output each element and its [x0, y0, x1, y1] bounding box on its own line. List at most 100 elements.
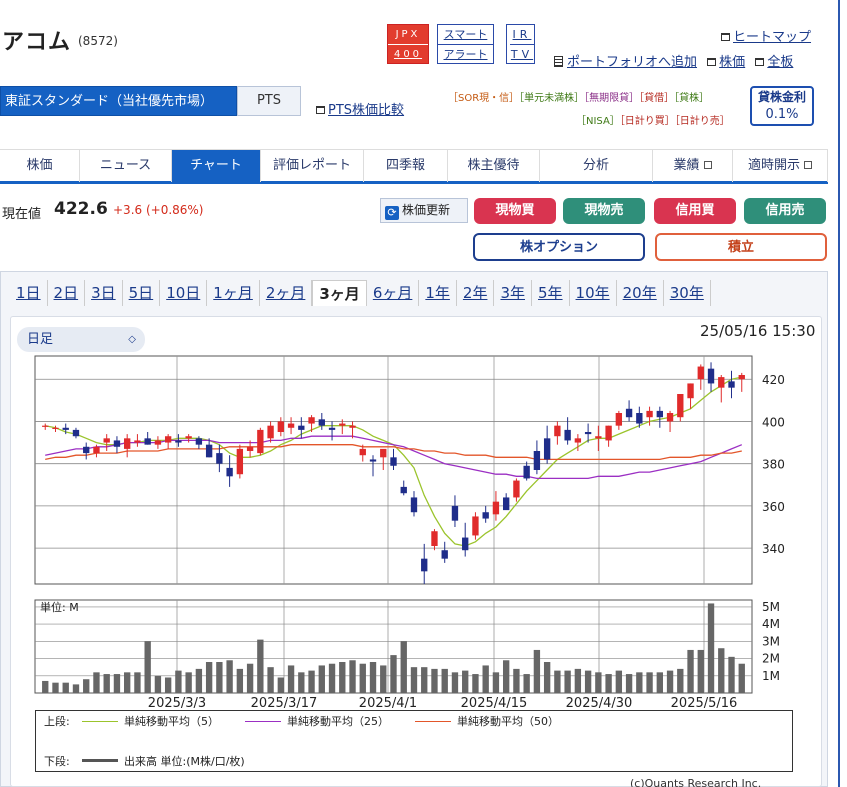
- candle-body: [83, 446, 90, 454]
- candle-body: [124, 438, 131, 449]
- candle-body: [687, 383, 694, 399]
- candle-body: [93, 446, 100, 454]
- volume-bar: [328, 663, 336, 693]
- volume-bar: [144, 641, 151, 693]
- volume-bar: [656, 672, 663, 693]
- volume-bar: [103, 674, 110, 693]
- volume-bar: [195, 668, 203, 693]
- candle-body: [595, 436, 602, 439]
- legend-series-name: 単純移動平均（50）: [457, 715, 559, 728]
- volume-bar: [369, 662, 377, 693]
- scrollbar-edge[interactable]: [838, 0, 847, 787]
- x-axis-label: 2025/4/15: [461, 696, 528, 711]
- candle-body: [482, 512, 489, 519]
- volume-bar: [72, 684, 80, 693]
- candle-body: [718, 377, 725, 388]
- volume-bar: [492, 672, 500, 693]
- volume-bar: [605, 674, 612, 693]
- volume-bar: [462, 670, 469, 693]
- volume-bar: [502, 660, 510, 693]
- candle-body: [267, 425, 274, 439]
- volume-bar: [677, 668, 684, 693]
- volume-bar: [584, 670, 592, 693]
- volume-bar: [298, 672, 305, 693]
- volume-bar: [226, 660, 233, 693]
- candle-body: [543, 438, 551, 460]
- volume-bar: [431, 668, 438, 693]
- candle-body: [318, 419, 325, 426]
- volume-bar: [533, 649, 541, 693]
- legend-upper-label: 上段:: [44, 715, 70, 728]
- candle-body: [636, 413, 643, 424]
- candle-body: [738, 375, 745, 380]
- price-tick-label: 400: [762, 415, 785, 429]
- candle-body: [605, 425, 612, 441]
- volume-bar: [216, 662, 223, 693]
- candle-body: [113, 440, 121, 447]
- candle-body: [164, 436, 172, 443]
- legend-series-name: 単純移動平均（5）: [124, 715, 219, 728]
- legend-swatch: [415, 720, 451, 722]
- volume-bar: [83, 679, 90, 693]
- legend-lower-label: 下段:: [44, 755, 70, 768]
- volume-bar: [482, 665, 489, 693]
- legend-volume-swatch: [82, 759, 118, 762]
- volume-bar: [615, 670, 623, 693]
- candle-body: [236, 448, 244, 475]
- legend-series-item: 単純移動平均（5）: [82, 715, 219, 728]
- candle-body: [410, 497, 418, 513]
- candle-body: [451, 505, 459, 521]
- volume-bar: [257, 639, 264, 693]
- x-axis-label: 2025/3/3: [148, 696, 206, 711]
- price-tick-label: 360: [762, 500, 785, 514]
- candle-body: [72, 429, 80, 437]
- candle-body: [216, 453, 223, 464]
- volume-bar: [308, 670, 315, 693]
- legend-series: 単純移動平均（5） 単純移動平均（25） 単純移動平均（50）: [82, 713, 585, 729]
- candle-body: [656, 410, 663, 418]
- candle-body: [144, 438, 151, 445]
- stock-chart: 420 400 380 360 340 5M 4M 3M 2M 1M 単位: M 2025/3/3 20…: [34, 355, 785, 711]
- candle-body: [175, 440, 182, 443]
- candle-body: [298, 425, 305, 430]
- volume-bar: [205, 662, 213, 693]
- volume-bar: [134, 672, 141, 693]
- chart-legend: 上段: 単純移動平均（5） 単純移動平均（25） 単純移動平均（50） 下段: 出来…: [35, 710, 793, 772]
- volume-bar: [349, 660, 356, 693]
- candle-body: [369, 459, 377, 462]
- volume-bar: [421, 667, 428, 693]
- volume-bar: [574, 668, 582, 693]
- price-tick-label: 340: [762, 542, 785, 556]
- price-tick-label: 420: [762, 373, 785, 387]
- volume-bar: [164, 677, 172, 693]
- candle-body: [502, 497, 510, 511]
- price-tick-label: 380: [762, 458, 785, 472]
- volume-bar: [564, 670, 571, 693]
- volume-bar: [339, 662, 346, 693]
- volume-bar: [718, 648, 725, 693]
- volume-bar: [543, 662, 551, 693]
- volume-tick-label: 1M: [762, 669, 780, 683]
- volume-bar: [636, 672, 643, 693]
- candle-body: [554, 425, 561, 437]
- candle-body: [308, 417, 315, 424]
- volume-bar: [728, 656, 735, 693]
- candle-body: [574, 438, 582, 443]
- volume-bar: [738, 663, 745, 693]
- volume-bar: [666, 670, 674, 693]
- volume-bar: [687, 649, 694, 693]
- copyright: (c)Quants Research Inc.: [630, 777, 762, 787]
- candle-body: [697, 366, 704, 380]
- candle-body: [625, 408, 633, 418]
- candle-body: [103, 438, 110, 443]
- candle-body: [523, 465, 530, 479]
- volume-bar: [52, 682, 59, 693]
- x-axis-label: 2025/4/30: [566, 696, 633, 711]
- legend-swatch: [82, 720, 118, 722]
- volume-bar: [646, 672, 653, 693]
- legend-volume-label: 出来高 単位:(M株/口/枚): [124, 755, 245, 768]
- volume-bar: [441, 668, 448, 693]
- volume-bar: [554, 670, 561, 693]
- candle-body: [328, 427, 336, 430]
- volume-bar: [185, 672, 192, 693]
